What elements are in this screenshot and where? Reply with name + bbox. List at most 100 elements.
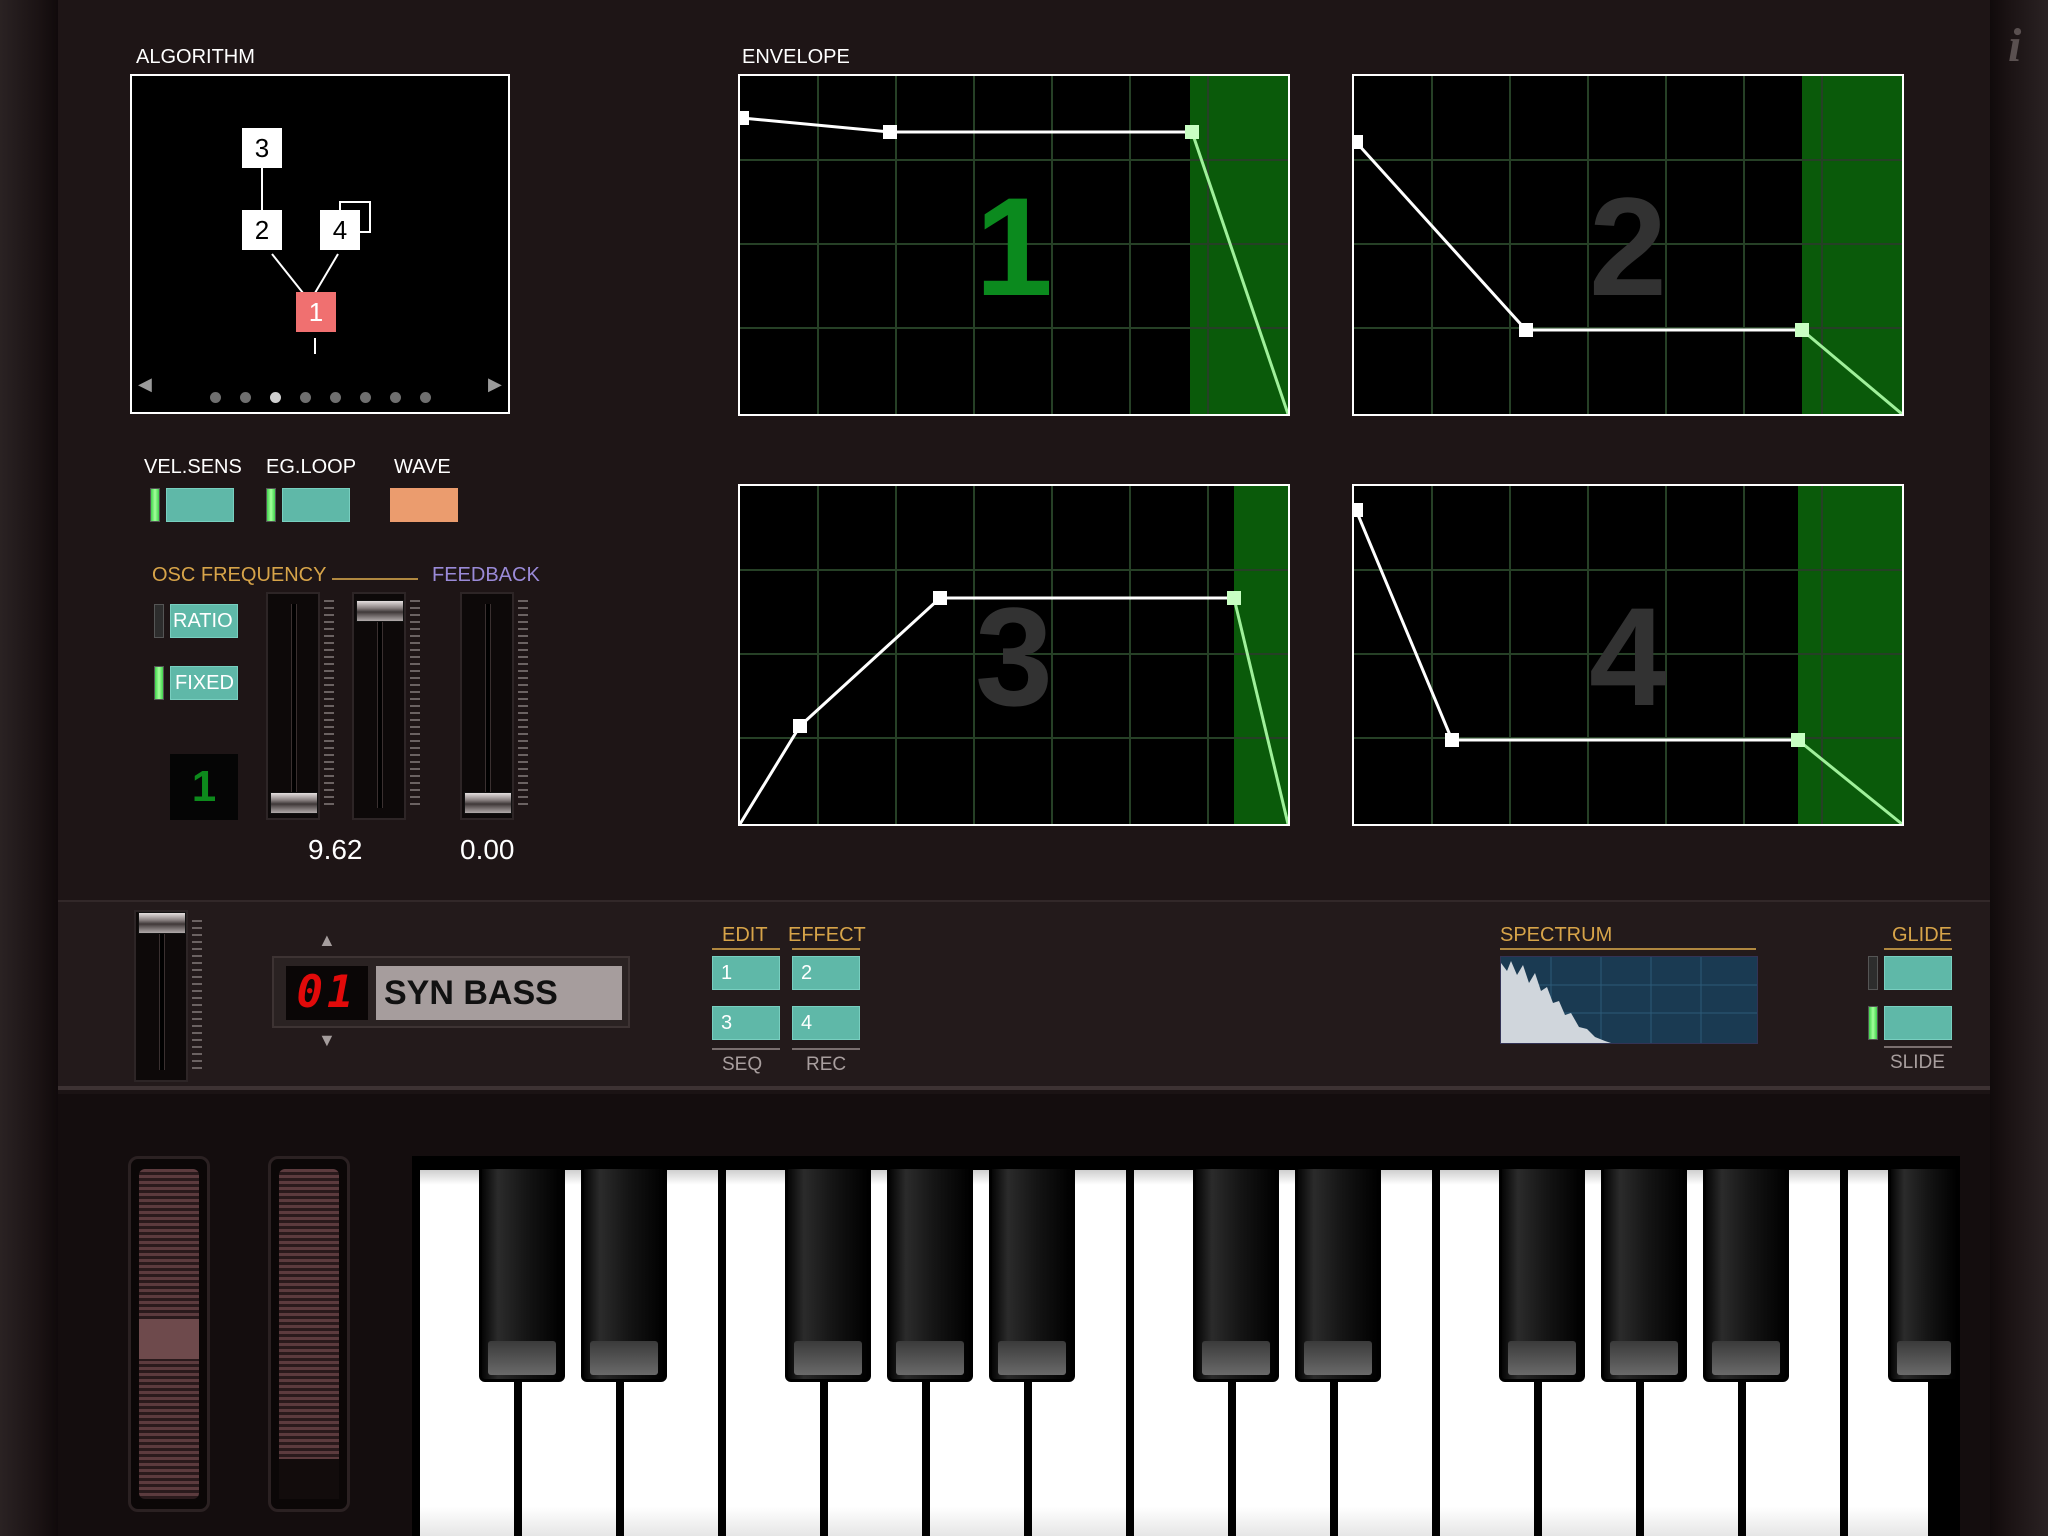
slider-ticks bbox=[410, 600, 420, 810]
envelope-panel-2[interactable]: 2 bbox=[1352, 74, 1904, 416]
vel-sens-label: VEL.SENS bbox=[144, 456, 242, 478]
prev-algorithm-arrow[interactable]: ◀ bbox=[138, 374, 152, 395]
slide-led bbox=[1868, 1006, 1878, 1040]
preset-number-display: 01 bbox=[286, 966, 368, 1020]
slide-toggle[interactable] bbox=[1884, 1006, 1952, 1040]
spectrum-underline bbox=[1500, 948, 1756, 950]
spectrum-label: SPECTRUM bbox=[1500, 924, 1613, 946]
page-dot bbox=[210, 392, 221, 403]
preset-up-arrow[interactable]: ▲ bbox=[318, 930, 336, 951]
envelope-panel-3[interactable]: 3 bbox=[738, 484, 1290, 826]
black-key[interactable] bbox=[785, 1166, 871, 1382]
page-dot bbox=[420, 392, 431, 403]
ratio-button[interactable]: RATIO bbox=[170, 604, 238, 638]
pitch-bend-wheel[interactable] bbox=[139, 1169, 199, 1499]
operator-number-display: 1 bbox=[170, 754, 238, 820]
fixed-button[interactable]: FIXED bbox=[170, 666, 238, 700]
black-key[interactable] bbox=[1703, 1166, 1789, 1382]
right-side-rail bbox=[1990, 0, 2048, 1536]
page-dot bbox=[330, 392, 341, 403]
fixed-led bbox=[154, 666, 164, 700]
wave-label: WAVE bbox=[394, 456, 451, 478]
black-key[interactable] bbox=[1193, 1166, 1279, 1382]
black-key[interactable] bbox=[479, 1166, 565, 1382]
black-key[interactable] bbox=[1601, 1166, 1687, 1382]
modulation-wheel[interactable] bbox=[279, 1169, 339, 1499]
vel-sens-toggle[interactable] bbox=[166, 488, 234, 522]
next-algorithm-arrow[interactable]: ▶ bbox=[488, 374, 502, 395]
envelope-label: ENVELOPE bbox=[742, 46, 850, 68]
spectrum-display bbox=[1500, 956, 1758, 1044]
eg-loop-label: EG.LOOP bbox=[266, 456, 357, 478]
osc-frequency-label: OSC FREQUENCY bbox=[152, 564, 327, 586]
black-key[interactable] bbox=[581, 1166, 667, 1382]
page-dot bbox=[390, 392, 401, 403]
left-side-rail bbox=[0, 0, 58, 1536]
eg-loop-toggle[interactable] bbox=[282, 488, 350, 522]
osc-frequency-underline bbox=[332, 578, 418, 580]
eg-loop-led bbox=[266, 488, 276, 522]
mode-button-3[interactable]: 3 bbox=[712, 1006, 780, 1040]
feedback-value: 0.00 bbox=[460, 834, 515, 865]
wave-selector[interactable] bbox=[390, 488, 458, 522]
master-volume-slider[interactable] bbox=[134, 910, 188, 1082]
page-dot-active bbox=[270, 392, 281, 403]
algorithm-label: ALGORITHM bbox=[136, 46, 255, 68]
mode-button-1[interactable]: 1 bbox=[712, 956, 780, 990]
mod-wheel-shadow bbox=[279, 1459, 339, 1499]
page-dot bbox=[360, 392, 371, 403]
operator-1-carrier[interactable]: 1 bbox=[296, 292, 336, 332]
glide-underline bbox=[1884, 948, 1952, 950]
operator-4[interactable]: 4 bbox=[320, 210, 360, 250]
glide-led bbox=[1868, 956, 1878, 990]
algorithm-display[interactable]: 3 2 4 1 ◀ ▶ bbox=[130, 74, 510, 414]
envelope-number-3: 3 bbox=[975, 578, 1053, 735]
spectrum-graph bbox=[1501, 957, 1757, 1043]
envelope-number-2: 2 bbox=[1589, 168, 1667, 325]
coarse-frequency-knob[interactable] bbox=[270, 792, 318, 814]
info-icon[interactable]: i bbox=[2008, 18, 2021, 73]
page-dot bbox=[240, 392, 251, 403]
fine-frequency-slider[interactable] bbox=[352, 592, 406, 820]
slider-ticks bbox=[518, 600, 528, 810]
modulation-wheel-well bbox=[268, 1156, 350, 1512]
coarse-frequency-slider[interactable] bbox=[266, 592, 320, 820]
edit-underline bbox=[712, 948, 780, 950]
preset-down-arrow[interactable]: ▼ bbox=[318, 1030, 336, 1051]
envelope-panel-4[interactable]: 4 bbox=[1352, 484, 1904, 826]
fine-frequency-knob[interactable] bbox=[356, 600, 404, 622]
seq-label: SEQ bbox=[722, 1054, 763, 1075]
black-key[interactable] bbox=[1499, 1166, 1585, 1382]
master-volume-knob[interactable] bbox=[138, 912, 186, 934]
mode-button-2[interactable]: 2 bbox=[792, 956, 860, 990]
pitch-wheel-center-marker bbox=[139, 1319, 199, 1359]
edit-label: EDIT bbox=[722, 924, 768, 946]
vel-sens-led bbox=[150, 488, 160, 522]
operator-3[interactable]: 3 bbox=[242, 128, 282, 168]
feedback-label: FEEDBACK bbox=[432, 564, 540, 586]
slide-underline bbox=[1884, 1046, 1952, 1048]
slider-ticks bbox=[192, 920, 202, 1072]
effect-label: EFFECT bbox=[788, 924, 866, 946]
rec-underline bbox=[792, 1048, 860, 1050]
feedback-slider[interactable] bbox=[460, 592, 514, 820]
envelope-panel-1[interactable]: 1 bbox=[738, 74, 1290, 416]
preset-name-display: SYN BASS bbox=[376, 966, 622, 1020]
pitch-bend-wheel-well bbox=[128, 1156, 210, 1512]
black-key[interactable] bbox=[887, 1166, 973, 1382]
glide-toggle[interactable] bbox=[1884, 956, 1952, 990]
black-key[interactable] bbox=[1888, 1166, 1960, 1382]
envelope-number-4: 4 bbox=[1589, 578, 1667, 735]
effect-underline bbox=[792, 948, 860, 950]
slide-label: SLIDE bbox=[1890, 1052, 1945, 1073]
feedback-knob[interactable] bbox=[464, 792, 512, 814]
black-key[interactable] bbox=[1295, 1166, 1381, 1382]
glide-label: GLIDE bbox=[1892, 924, 1953, 946]
mode-button-4[interactable]: 4 bbox=[792, 1006, 860, 1040]
frequency-value: 9.62 bbox=[308, 834, 363, 865]
operator-2[interactable]: 2 bbox=[242, 210, 282, 250]
seq-underline bbox=[712, 1048, 780, 1050]
black-key[interactable] bbox=[989, 1166, 1075, 1382]
rec-label: REC bbox=[806, 1054, 847, 1075]
envelope-number-1: 1 bbox=[975, 168, 1053, 325]
